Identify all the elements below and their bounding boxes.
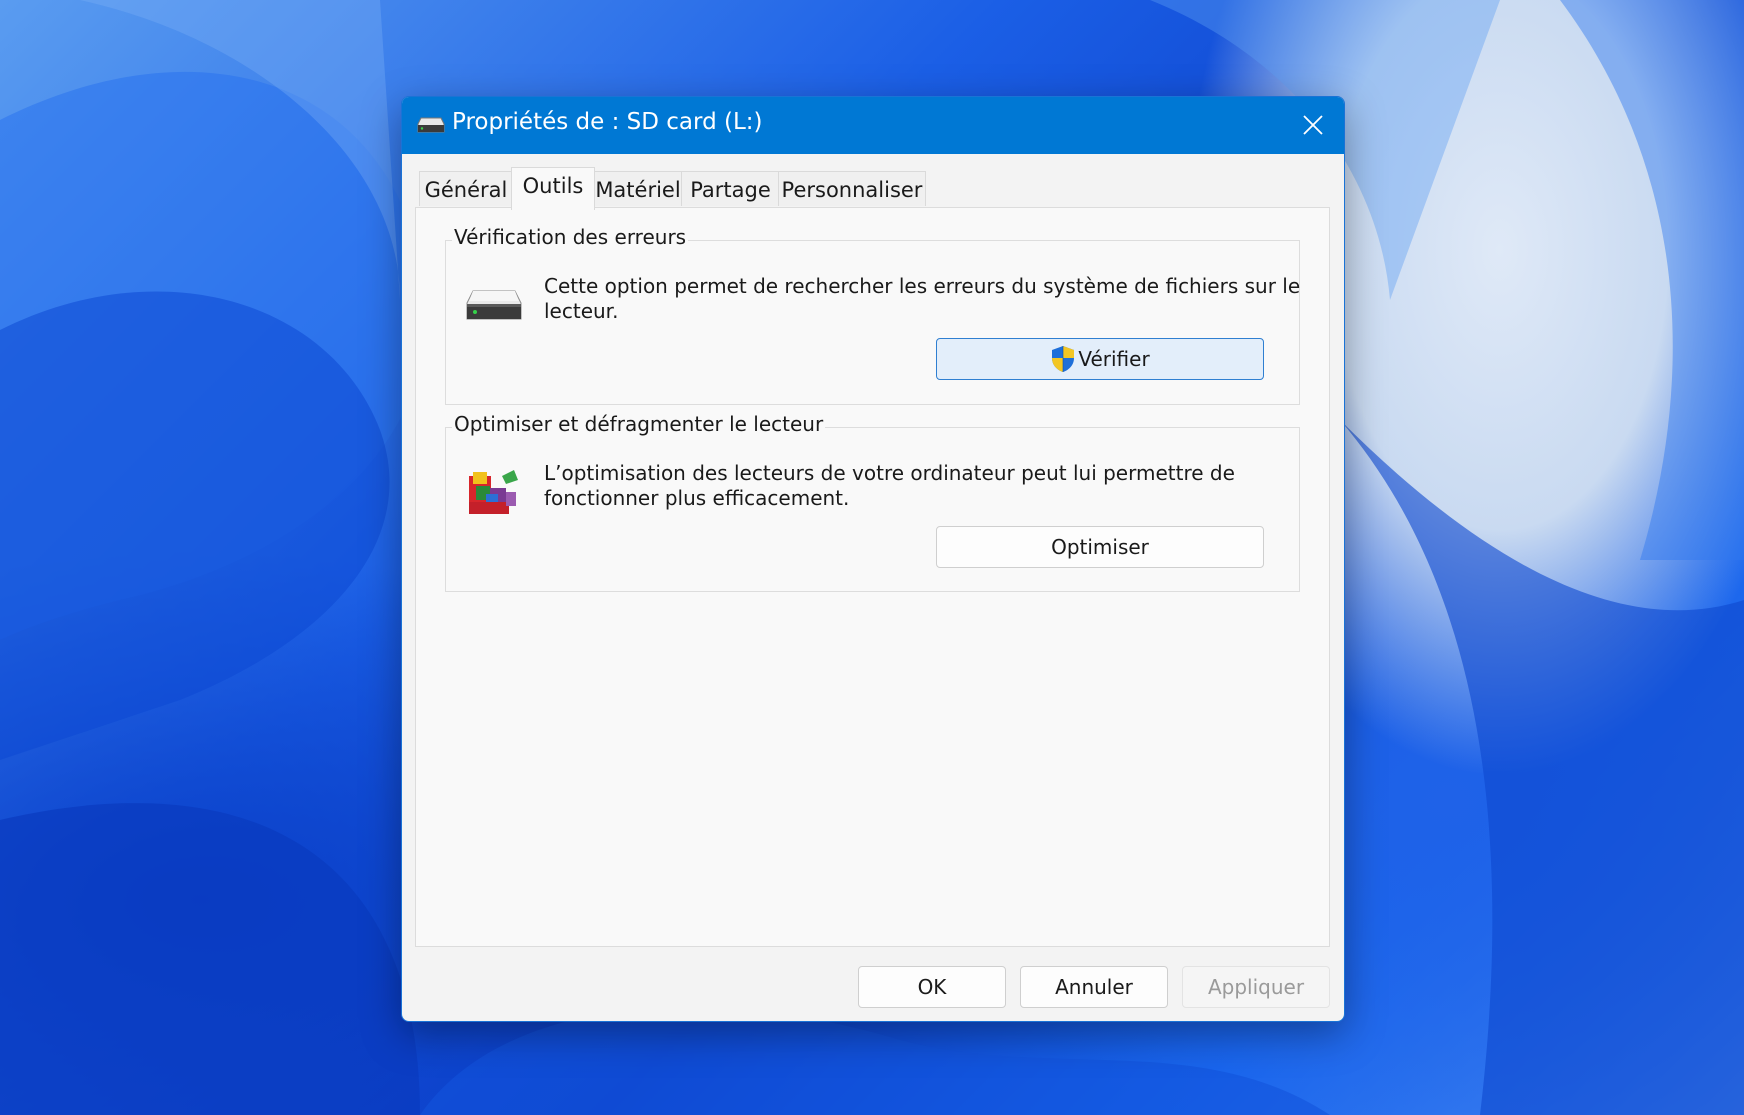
optimize-group: Optimiser et défragmenter le lecteur L’o… — [445, 412, 1300, 592]
optimize-description: L’optimisation des lecteurs de votre ord… — [544, 461, 1284, 511]
optimize-description-line2: fonctionner plus efficacement. — [544, 486, 850, 510]
tab-tools[interactable]: Outils — [511, 167, 595, 210]
optimize-description-line1: L’optimisation des lecteurs de votre ord… — [544, 461, 1235, 485]
error-check-title: Vérification des erreurs — [452, 225, 689, 249]
tab-customize[interactable]: Personnaliser — [778, 171, 926, 206]
error-check-group: Vérification des erreurs Cette option pe… — [445, 225, 1301, 405]
tab-general[interactable]: Général — [419, 171, 513, 206]
error-check-description-line2: lecteur. — [544, 299, 619, 323]
drive-icon — [466, 290, 522, 320]
tab-sharing[interactable]: Partage — [681, 171, 780, 206]
close-icon — [1303, 115, 1323, 135]
drive-icon — [417, 117, 445, 133]
error-check-description: Cette option permet de rechercher les er… — [544, 274, 1301, 324]
optimize-title: Optimiser et défragmenter le lecteur — [452, 412, 826, 436]
tab-hardware[interactable]: Matériel — [593, 171, 683, 206]
cancel-button[interactable]: Annuler — [1020, 966, 1168, 1008]
window-title: Propriétés de : SD card (L:) — [452, 109, 763, 135]
defrag-icon — [469, 470, 518, 514]
tools-panel: Vérification des erreurs Cette option pe… — [415, 207, 1330, 947]
close-button[interactable] — [1282, 97, 1344, 154]
apply-button[interactable]: Appliquer — [1182, 966, 1330, 1008]
optimize-button[interactable]: Optimiser — [936, 526, 1264, 568]
properties-dialog: Propriétés de : SD card (L:) Général Out… — [401, 96, 1345, 1022]
error-check-description-line1: Cette option permet de rechercher les er… — [544, 274, 1301, 298]
uac-shield-icon — [1052, 346, 1075, 372]
title-bar[interactable]: Propriétés de : SD card (L:) — [402, 97, 1344, 154]
ok-button[interactable]: OK — [858, 966, 1006, 1008]
verify-button-label: Vérifier — [1078, 347, 1150, 371]
verify-button[interactable]: Vérifier — [936, 338, 1264, 380]
